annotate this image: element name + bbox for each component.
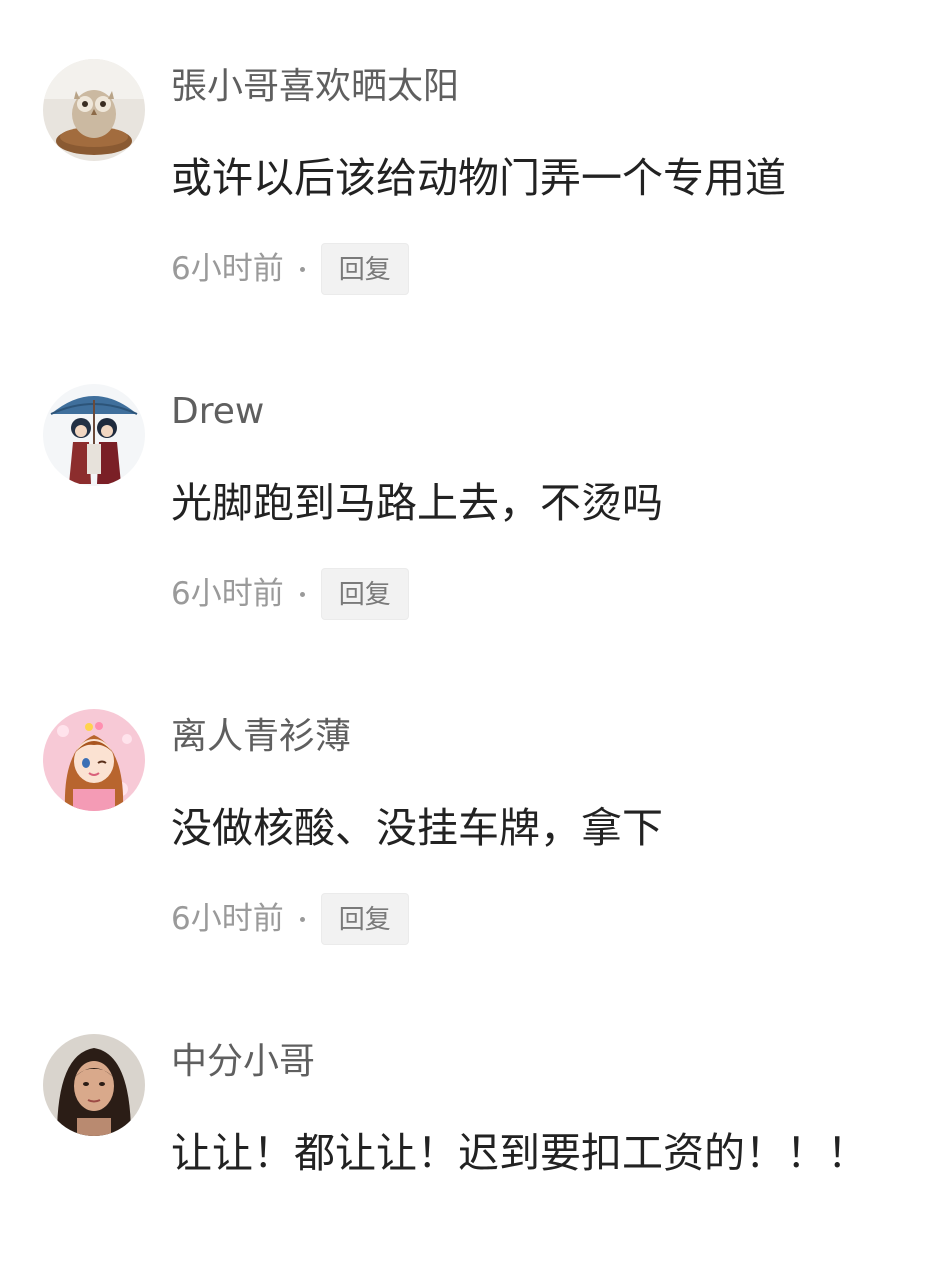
- reply-button[interactable]: 回复: [320, 893, 409, 945]
- comment-text: 光脚跑到马路上去，不烫吗: [171, 479, 663, 527]
- reply-button[interactable]: 回复: [320, 568, 409, 620]
- comment-item: 离人青衫薄 没做核酸、没挂车牌，拿下 6小时前 回复: [0, 650, 948, 950]
- comment-text: 或许以后该给动物门弄一个专用道: [171, 154, 786, 202]
- comment-item: 張小哥喜欢晒太阳 或许以后该给动物门弄一个专用道 6小时前 回复: [0, 0, 948, 300]
- comment-meta: 6小时前 回复: [171, 243, 409, 295]
- timestamp: 6小时前: [171, 251, 284, 287]
- timestamp: 6小时前: [171, 901, 284, 937]
- comment-meta: 6小时前 回复: [171, 893, 409, 945]
- username[interactable]: Drew: [171, 387, 264, 437]
- comment-text: 没做核酸、没挂车牌，拿下: [171, 804, 663, 852]
- owl-figurine-avatar-icon[interactable]: [43, 59, 145, 161]
- username[interactable]: 中分小哥: [171, 1037, 315, 1087]
- username[interactable]: 張小哥喜欢晒太阳: [171, 62, 459, 112]
- comment-text: 让让！都让让！迟到要扣工资的！！！: [171, 1129, 868, 1177]
- separator-dot: [299, 266, 305, 272]
- separator-dot: [299, 916, 305, 922]
- timestamp: 6小时前: [171, 576, 284, 612]
- separator-dot: [299, 591, 305, 597]
- reply-button[interactable]: 回复: [320, 243, 409, 295]
- woman-portrait-avatar-icon[interactable]: [43, 1034, 145, 1136]
- comment-meta: 6小时前 回复: [171, 568, 409, 620]
- username[interactable]: 离人青衫薄: [171, 712, 351, 762]
- anime-couple-avatar-icon[interactable]: [43, 384, 145, 486]
- comment-item: 中分小哥 让让！都让让！迟到要扣工资的！！！: [0, 975, 948, 1275]
- comment-item: Drew 光脚跑到马路上去，不烫吗 6小时前 回复: [0, 325, 948, 625]
- anime-girl-avatar-icon[interactable]: [43, 709, 145, 811]
- comment-list: 張小哥喜欢晒太阳 或许以后该给动物门弄一个专用道 6小时前 回复 Drew 光脚…: [0, 0, 948, 1201]
